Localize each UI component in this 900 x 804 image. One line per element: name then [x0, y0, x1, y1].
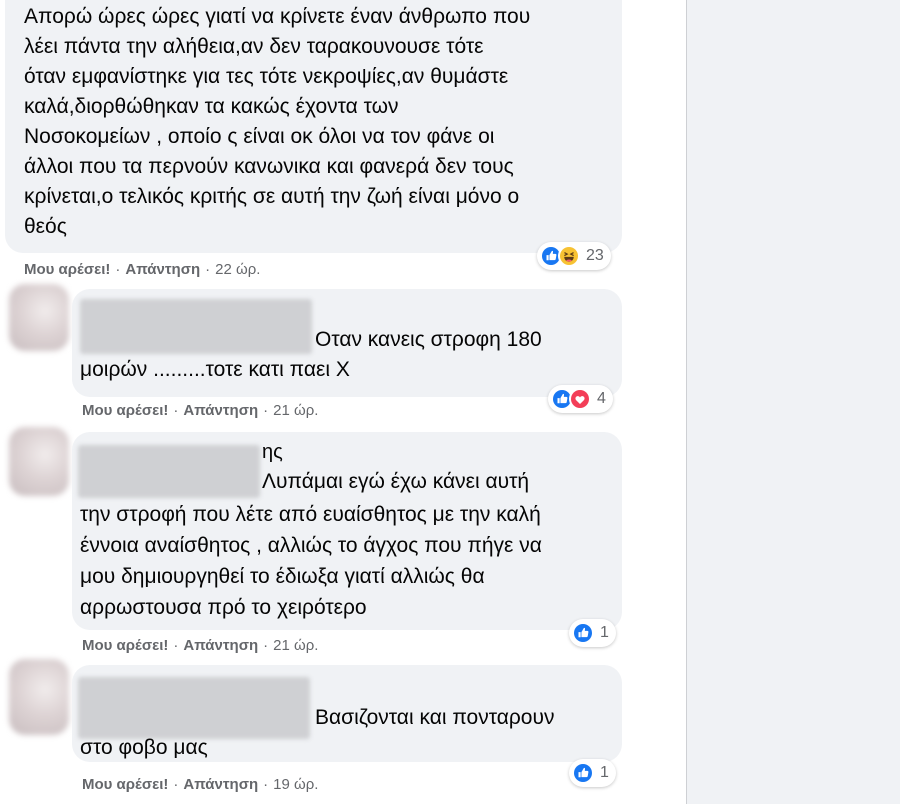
reaction-count: 1 [600, 764, 609, 781]
comment-timestamp[interactable]: 19 ώρ. [273, 776, 318, 793]
reactions-summary[interactable]: 4 [548, 385, 613, 413]
separator: · [173, 776, 179, 793]
comment-body: την στροφή που λέτε από ευαίσθητος με τη… [80, 499, 542, 623]
comment-text-line: στο φοβο μας [80, 736, 208, 759]
comment-timestamp[interactable]: 21 ώρ. [273, 402, 318, 419]
comment-author-name[interactable] [80, 299, 312, 354]
comment-body: Απορώ ώρες ώρες γιατί να κρίνετε έναν άν… [24, 2, 530, 242]
comment-text-line: αρρωστουσα πρό το χειρότερο [80, 596, 367, 619]
separator: · [205, 261, 211, 278]
separator: · [173, 402, 179, 419]
comment-text-line: μοιρών .........τοτε κατι παει Χ [80, 358, 350, 381]
comment-actions: Μου αρέσει! · Απάντηση · 21 ώρ. [82, 636, 318, 656]
comment-text-line: λέει πάντα την αλήθεια,αν δεν ταρακουνου… [24, 35, 484, 58]
avatar[interactable] [9, 659, 69, 735]
love-icon [569, 388, 591, 410]
comment-actions: Μου αρέσει! · Απάντηση · 22 ώρ. [24, 260, 260, 280]
reaction-count: 1 [600, 624, 609, 641]
separator: · [263, 776, 269, 793]
comment-text-line: την στροφή που λέτε από ευαίσθητος με τη… [80, 503, 541, 526]
reply-button[interactable]: Απάντηση [183, 637, 258, 654]
comment-timestamp[interactable]: 21 ώρ. [273, 637, 318, 654]
comment-text-line: Οταν κανεις στροφη 180 [315, 328, 542, 351]
comment-author-name-fragment[interactable]: ης [262, 437, 283, 467]
comment-text-line: Νοσοκομείων , οποίο ς είναι οκ όλοι να τ… [24, 125, 495, 148]
separator: · [263, 402, 269, 419]
reaction-count: 4 [597, 390, 606, 407]
comment-text-line: θεός [24, 215, 67, 238]
right-sidebar [686, 0, 900, 804]
comment-timestamp[interactable]: 22 ώρ. [215, 261, 260, 278]
avatar[interactable] [9, 427, 69, 496]
comment-text-line: κρίνεται,ο τελικός κριτής σε αυτή την ζω… [24, 185, 520, 208]
reactions-summary[interactable]: 1 [569, 759, 616, 787]
comment-actions: Μου αρέσει! · Απάντηση · 21 ώρ. [82, 401, 318, 421]
comment-author-name[interactable] [78, 677, 310, 739]
haha-icon [558, 245, 580, 267]
comment-text-line: Βασιζονται και πονταρουν [315, 706, 555, 729]
like-button[interactable]: Μου αρέσει! [24, 261, 110, 278]
comment-text-line: μου δημιουργηθεί το έδιωξα γιατί αλλιώς … [80, 565, 485, 588]
comment-text-line: καλά,διορθώθηκαν τα κακώς έχοντα των [24, 95, 399, 118]
comment-text-line: άλλοι που τα περνούν κανωνικα και φανερά… [24, 155, 514, 178]
reply-button[interactable]: Απάντηση [183, 776, 258, 793]
separator: · [115, 261, 121, 278]
like-button[interactable]: Μου αρέσει! [82, 637, 168, 654]
like-button[interactable]: Μου αρέσει! [82, 776, 168, 793]
separator: · [173, 637, 179, 654]
reactions-summary[interactable]: 23 [537, 242, 611, 270]
comment-text-line: Λυπάμαι εγώ έχω κάνει αυτή [262, 470, 530, 493]
comment-text-line: όταν εμφανίστηκε για τες τότε νεκροψίες,… [24, 65, 509, 88]
reactions-summary[interactable]: 1 [569, 619, 616, 647]
reaction-count: 23 [586, 247, 604, 264]
avatar[interactable] [9, 284, 69, 351]
comment-author-name[interactable] [78, 445, 260, 498]
separator: · [263, 637, 269, 654]
reply-button[interactable]: Απάντηση [183, 402, 258, 419]
reply-button[interactable]: Απάντηση [125, 261, 200, 278]
like-button[interactable]: Μου αρέσει! [82, 402, 168, 419]
comment-text-line: Απορώ ώρες ώρες γιατί να κρίνετε έναν άν… [24, 5, 531, 28]
like-icon [572, 622, 594, 644]
comment-actions: Μου αρέσει! · Απάντηση · 19 ώρ. [82, 775, 318, 795]
comment-text-line: έννοια αναίσθητος , αλλιώς το άγχος που … [80, 534, 542, 557]
like-icon [572, 762, 594, 784]
